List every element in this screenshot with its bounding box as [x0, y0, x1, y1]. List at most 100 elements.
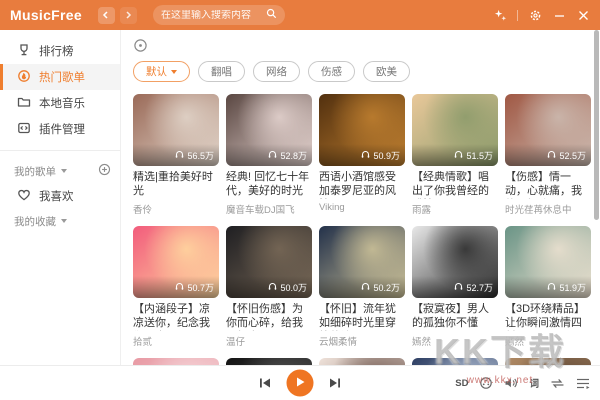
- playlist-cover: [412, 358, 498, 365]
- playlist-card[interactable]: 52.8万经典! 回忆七十年代，美好的时光魔音车载DJ国飞: [226, 94, 312, 216]
- play-count-badge: 50.7万: [175, 281, 214, 294]
- headphones-icon: [454, 282, 463, 293]
- sidebar-item-favorites[interactable]: 我喜欢: [0, 183, 120, 209]
- playlist-card[interactable]: 50.0万【怀旧伤感】为你而心碎，给我一杯忘...温仔: [226, 226, 312, 348]
- play-count-badge: 50.2万: [361, 281, 400, 294]
- audio-effects-icon[interactable]: [479, 376, 493, 390]
- volume-icon[interactable]: [504, 376, 518, 390]
- playlist-cover: 52.5万: [505, 94, 591, 166]
- playlist-card[interactable]: 51.9万【3D环绕精品】让你瞬间激情四射嫣然: [505, 226, 591, 348]
- playlist-cover: 51.5万: [412, 94, 498, 166]
- playlist-cover: 50.7万: [133, 226, 219, 298]
- playlist-card[interactable]: 51.5万【经典情歌】唱出了你我曾经的感情雨露: [412, 94, 498, 216]
- playlist-author: 魔音车载DJ国飞: [226, 202, 312, 216]
- search-icon[interactable]: [266, 6, 277, 24]
- sidebar: 排行榜 热门歌单 本地音乐 插件管理 我的歌单 我喜欢 我的收藏: [0, 30, 121, 365]
- playlist-cover: 56.5万: [133, 94, 219, 166]
- sidebar-item-label: 热门歌单: [39, 69, 85, 85]
- next-track-button[interactable]: [329, 377, 342, 390]
- playlist-card[interactable]: 52.5万【伤感】情一动，心就痛，我的心好冷时光荏苒休息中: [505, 94, 591, 216]
- main-content: 默认 翻唱 网络 伤感 欧美 56.5万精选|重拾美好时光香伶52.8万经典! …: [121, 30, 600, 365]
- playlist-title: 西语小酒馆感受加泰罗尼亚的风情: [319, 171, 405, 199]
- tag-network[interactable]: 网络: [253, 61, 300, 82]
- playlist-card[interactable]: 50.9万西语小酒馆感受加泰罗尼亚的风情Viking: [319, 94, 405, 216]
- headphones-icon: [547, 282, 556, 293]
- nav-back-button[interactable]: [98, 7, 115, 24]
- playlist-cover: 50.0万: [226, 226, 312, 298]
- playlist-cover: [226, 358, 312, 365]
- add-playlist-icon[interactable]: [98, 163, 111, 179]
- play-count: 50.0万: [280, 281, 307, 294]
- sidebar-item-local-music[interactable]: 本地音乐: [0, 90, 120, 116]
- sidebar-item-hot-playlists[interactable]: 热门歌单: [0, 64, 120, 90]
- playlist-card-partial[interactable]: [412, 358, 498, 365]
- search-box[interactable]: [153, 5, 285, 25]
- headphones-icon: [268, 282, 277, 293]
- sidebar-divider: [0, 150, 120, 151]
- playlist-card[interactable]: 56.5万精选|重拾美好时光香伶: [133, 94, 219, 216]
- sidebar-item-ranking[interactable]: 排行榜: [0, 38, 120, 64]
- refresh-icon[interactable]: [133, 40, 148, 57]
- chevron-left-icon: [102, 6, 110, 24]
- playlist-card-partial[interactable]: [319, 358, 405, 365]
- repeat-icon[interactable]: [550, 377, 565, 390]
- play-button[interactable]: [287, 370, 314, 397]
- playlist-cover: 50.2万: [319, 226, 405, 298]
- playlist-author: 拾贰: [133, 334, 219, 348]
- folder-icon: [17, 95, 31, 112]
- playlist-queue-icon[interactable]: [576, 377, 590, 390]
- playlist-author: 云烟柔情: [319, 334, 405, 348]
- playlist-card-partial[interactable]: [133, 358, 219, 365]
- playlist-cover: [133, 358, 219, 365]
- sidebar-group-my-collection[interactable]: 我的收藏: [0, 209, 120, 233]
- tag-sad[interactable]: 伤感: [308, 61, 355, 82]
- hot-icon: [17, 69, 31, 86]
- settings-gear-icon[interactable]: [528, 8, 542, 22]
- tag-label: 翻唱: [211, 64, 232, 79]
- headphones-icon: [175, 150, 184, 161]
- playlist-card[interactable]: 50.7万【内涵段子】凉凉送你，纪念我们死去...拾贰: [133, 226, 219, 348]
- sidebar-item-plugin-manager[interactable]: 插件管理: [0, 116, 120, 142]
- tag-label: 默认: [146, 64, 167, 79]
- search-input[interactable]: [161, 10, 266, 21]
- lyrics-toggle[interactable]: 词: [529, 376, 539, 390]
- play-count: 52.8万: [280, 149, 307, 162]
- playlist-cover: [505, 358, 591, 365]
- play-count-badge: 56.5万: [175, 149, 214, 162]
- playlist-cover: 50.9万: [319, 94, 405, 166]
- playlist-author: 香伶: [133, 202, 219, 216]
- play-count: 52.5万: [559, 149, 586, 162]
- playlist-card[interactable]: 50.2万【怀旧】流年犹如细碎时光里穿梭的流沙云烟柔情: [319, 226, 405, 348]
- play-count-badge: 52.7万: [454, 281, 493, 294]
- play-count-badge: 51.9万: [547, 281, 586, 294]
- tag-cover-songs[interactable]: 翻唱: [198, 61, 245, 82]
- playlist-card-partial[interactable]: [505, 358, 591, 365]
- scrollbar[interactable]: [594, 30, 599, 365]
- playlist-author: 嫣然: [505, 334, 591, 348]
- play-count-badge: 51.5万: [454, 149, 493, 162]
- previous-track-button[interactable]: [259, 377, 272, 390]
- tag-default[interactable]: 默认: [133, 61, 190, 82]
- minimize-icon[interactable]: [552, 8, 566, 22]
- chevron-down-icon: [61, 219, 67, 223]
- scrollbar-thumb[interactable]: [594, 30, 599, 220]
- headphones-icon: [454, 150, 463, 161]
- play-count-badge: 52.8万: [268, 149, 307, 162]
- group-label: 我的收藏: [14, 214, 56, 229]
- play-count-badge: 52.5万: [547, 149, 586, 162]
- tag-label: 伤感: [321, 64, 342, 79]
- playlist-card[interactable]: 52.7万【寂寞夜】男人的孤独你不懂嫣然: [412, 226, 498, 348]
- sidebar-group-my-playlists[interactable]: 我的歌单: [0, 159, 120, 183]
- close-icon[interactable]: [576, 8, 590, 22]
- playlist-card-partial[interactable]: [226, 358, 312, 365]
- play-count: 50.2万: [373, 281, 400, 294]
- group-label: 我的歌单: [14, 164, 56, 179]
- sparkle-icon[interactable]: [493, 8, 507, 22]
- nav-forward-button[interactable]: [120, 7, 137, 24]
- heart-icon: [17, 188, 31, 205]
- chevron-right-icon: [124, 6, 132, 24]
- tag-western[interactable]: 欧美: [363, 61, 410, 82]
- title-bar: MusicFree: [0, 0, 600, 30]
- playlist-author: 嫣然: [412, 334, 498, 348]
- quality-badge[interactable]: SD: [455, 378, 468, 389]
